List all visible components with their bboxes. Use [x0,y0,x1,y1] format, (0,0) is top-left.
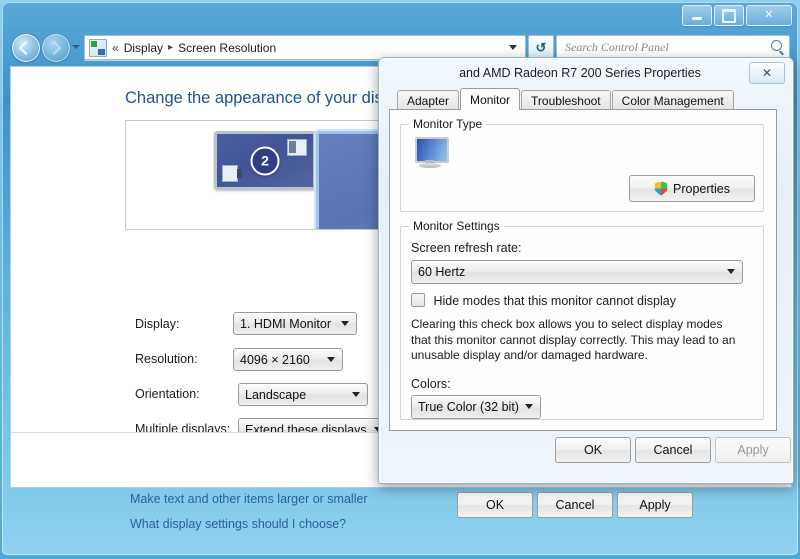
colors-select[interactable]: True Color (32 bit) [411,395,541,419]
refresh-rate-select[interactable]: 60 Hertz [411,260,743,284]
chevron-down-icon [327,357,335,362]
chevron-down-icon [727,269,735,274]
breadcrumb: « Display ▸ Screen Resolution [112,41,276,55]
shield-icon [654,181,668,196]
search-placeholder: Search Control Panel [565,40,669,55]
cancel-button[interactable]: Cancel [537,492,613,518]
display-select-value: 1. HDMI Monitor [240,317,331,331]
breadcrumb-item-display[interactable]: Display [124,41,163,55]
dialog-ok-button[interactable]: OK [555,437,631,463]
close-button[interactable]: ✕ [746,5,792,26]
monitor-preview-2[interactable]: 2 [214,131,316,190]
address-dropdown-icon[interactable] [509,45,517,50]
orientation-select[interactable]: Landscape [238,383,368,406]
tab-monitor[interactable]: Monitor [460,88,520,110]
tab-adapter[interactable]: Adapter [397,90,459,110]
orientation-label: Orientation: [135,387,200,401]
maximize-icon [722,9,736,23]
monitor-number-badge: 2 [251,146,280,175]
chevron-down-icon [525,404,533,409]
dialog-body: Adapter Monitor Troubleshoot Color Manag… [387,89,783,474]
desktop-icon [222,165,238,182]
back-button[interactable] [12,34,40,62]
orientation-select-value: Landscape [245,388,306,402]
hide-modes-description: Clearing this check box allows you to se… [411,317,741,364]
display-label: Display: [135,317,179,331]
resolution-label: Resolution: [135,352,198,366]
close-icon: ✕ [762,66,772,80]
monitor-properties-button[interactable]: Properties [629,175,755,202]
monitor-tab-panel: Monitor Type Properties Monitor Settings… [389,109,777,431]
refresh-rate-value: 60 Hertz [418,265,465,279]
minimize-button[interactable] [682,5,712,26]
link-text-size[interactable]: Make text and other items larger or smal… [130,492,368,506]
window-titlebar: ✕ [2,2,798,29]
minimize-icon [692,17,702,20]
hide-modes-checkbox[interactable] [411,293,425,307]
resolution-select[interactable]: 4096 × 2160 [233,348,343,371]
dialog-tabs: Adapter Monitor Troubleshoot Color Manag… [397,89,735,110]
refresh-rate-label: Screen refresh rate: [411,241,521,255]
window-controls: ✕ [682,5,792,26]
maximize-button[interactable] [714,5,744,26]
recent-pages-dropdown-icon[interactable] [72,45,80,49]
forward-button[interactable] [42,34,70,62]
hide-modes-label: Hide modes that this monitor cannot disp… [433,294,676,308]
link-which-settings[interactable]: What display settings should I choose? [130,517,346,531]
monitor-type-group: Monitor Type Properties [400,124,764,212]
monitor-properties-button-label: Properties [673,182,730,196]
monitor-settings-group-label: Monitor Settings [409,219,504,233]
display-select[interactable]: 1. HDMI Monitor [233,312,357,335]
screen-root: ✕ « Display ▸ Screen Resolution ↺ [0,0,800,559]
chevron-down-icon [352,392,360,397]
control-panel-icon [89,39,107,57]
close-icon: ✕ [764,10,773,21]
dialog-close-button[interactable]: ✕ [749,62,785,84]
monitor-icon [413,137,447,168]
tab-color-management[interactable]: Color Management [612,90,734,110]
dialog-title: and AMD Radeon R7 200 Series Properties [459,66,701,80]
dialog-cancel-button[interactable]: Cancel [635,437,711,463]
monitor-settings-group: Monitor Settings Screen refresh rate: 60… [400,226,764,420]
tab-troubleshoot[interactable]: Troubleshoot [521,90,611,110]
page-title: Change the appearance of your displ [125,89,396,108]
monitor-properties-dialog: and AMD Radeon R7 200 Series Properties … [378,57,794,484]
ok-button[interactable]: OK [457,492,533,518]
breadcrumb-item-screen-resolution[interactable]: Screen Resolution [178,41,276,55]
refresh-icon: ↺ [536,40,547,56]
chevron-down-icon [341,321,349,326]
apply-button[interactable]: Apply [617,492,693,518]
colors-label: Colors: [411,377,451,391]
desktop-icon [287,139,307,156]
colors-value: True Color (32 bit) [418,400,519,414]
search-icon [771,40,782,51]
hide-modes-row[interactable]: Hide modes that this monitor cannot disp… [411,293,676,308]
breadcrumb-separator-icon: ▸ [168,42,173,53]
breadcrumb-overflow-chevrons[interactable]: « [112,41,119,55]
monitor-type-group-label: Monitor Type [409,117,486,131]
dialog-titlebar: and AMD Radeon R7 200 Series Properties [379,58,793,88]
resolution-select-value: 4096 × 2160 [240,353,310,367]
dialog-apply-button: Apply [715,437,791,463]
